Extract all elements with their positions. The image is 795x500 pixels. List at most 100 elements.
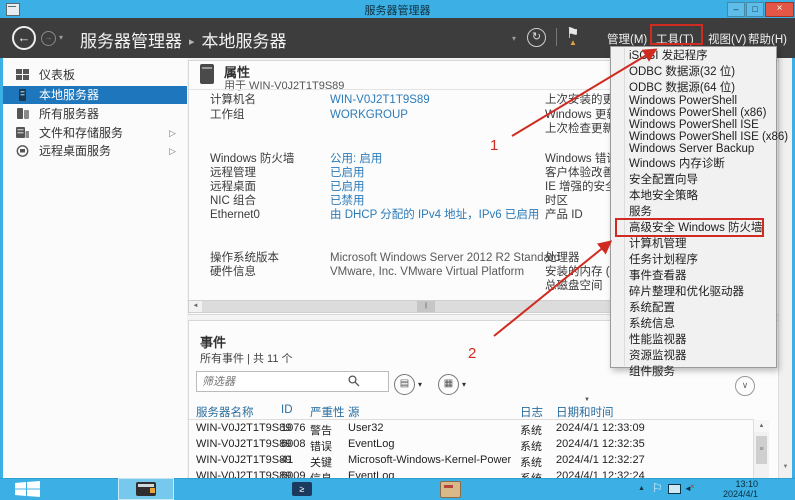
tools-menu-item-memory-diagnostic[interactable]: Windows 内存诊断 — [611, 155, 776, 171]
tools-menu-item-powershell-ise[interactable]: Windows PowerShell ISE — [611, 119, 776, 131]
property-label: 工作组 — [210, 106, 330, 122]
save-query-caret-icon[interactable]: ▾ — [462, 380, 466, 389]
tools-menu-item-powershell[interactable]: Windows PowerShell — [611, 95, 776, 107]
column-header-log[interactable]: 日志 — [520, 404, 543, 420]
tray-network-icon[interactable] — [668, 484, 681, 494]
remote-desktop-icon — [16, 145, 29, 157]
sidebar-item-local-server[interactable]: 本地服务器 — [3, 86, 187, 104]
windows-logo-icon — [15, 481, 41, 497]
taskbar-toolbox[interactable] — [424, 478, 476, 500]
events-subtitle: 所有事件 | 共 11 个 — [200, 350, 293, 366]
menu-tools[interactable]: 工具(T) — [656, 31, 694, 47]
forward-button[interactable]: → — [41, 31, 56, 46]
sidebar-item-file-storage-services[interactable]: 文件和存储服务 ▷ — [3, 124, 187, 142]
vertical-scroll-thumb[interactable]: ≡ — [756, 436, 767, 464]
cell-log: 系统 — [520, 438, 542, 454]
property-label: 产品 ID — [545, 206, 583, 222]
sidebar-item-label: 远程桌面服务 — [39, 142, 111, 160]
collapse-events-button[interactable]: ∨ — [735, 376, 755, 396]
column-header-severity[interactable]: 严重性 — [310, 404, 345, 420]
close-button[interactable]: × — [765, 2, 794, 17]
property-value-link[interactable]: WORKGROUP — [330, 109, 408, 121]
tools-menu-item-iscsi[interactable]: iSCSI 发起程序 — [611, 47, 776, 63]
breadcrumb-caret-icon[interactable]: ▾ — [512, 34, 516, 43]
filter-input[interactable] — [196, 371, 389, 392]
cell-id: 41 — [281, 454, 293, 466]
menu-gutter-line — [624, 48, 625, 366]
tools-menu-item-event-viewer[interactable]: 事件查看器 — [611, 267, 776, 283]
tools-menu-item-powershell-x86[interactable]: Windows PowerShell (x86) — [611, 107, 776, 119]
tray-time: 13:10 — [694, 479, 758, 489]
search-icon[interactable] — [348, 375, 360, 387]
menu-help[interactable]: 帮助(H) — [748, 31, 787, 47]
cell-severity: 错误 — [310, 438, 332, 454]
scroll-down-icon[interactable]: ▼ — [780, 461, 791, 474]
start-button[interactable] — [8, 478, 48, 500]
column-header-datetime[interactable]: 日期和时间 — [556, 404, 614, 420]
tools-menu-item-component-services[interactable]: 组件服务 — [611, 363, 776, 379]
sidebar-item-all-servers[interactable]: 所有服务器 — [3, 105, 187, 123]
tools-menu-item-powershell-ise-x86[interactable]: Windows PowerShell ISE (x86) — [611, 131, 776, 143]
tools-menu-item-resource-monitor[interactable]: 资源监视器 — [611, 347, 776, 363]
tools-menu-item-local-security-policy[interactable]: 本地安全策略 — [611, 187, 776, 203]
expand-arrow-icon[interactable]: ▷ — [169, 142, 176, 160]
menu-view[interactable]: 视图(V) — [708, 31, 746, 47]
column-header-id[interactable]: ID — [281, 404, 293, 416]
tools-menu-item-server-backup[interactable]: Windows Server Backup — [611, 143, 776, 155]
refresh-button[interactable]: ↻ — [527, 28, 546, 47]
tools-menu-item-defragment[interactable]: 碎片整理和优化驱动器 — [611, 283, 776, 299]
tools-menu-item-system-configuration[interactable]: 系统配置 — [611, 299, 776, 315]
breadcrumb-root[interactable]: 服务器管理器 — [80, 32, 182, 51]
tray-clock[interactable]: 13:10 2024/4/1 — [694, 479, 758, 499]
tools-menu-item-security-config-wizard[interactable]: 安全配置向导 — [611, 171, 776, 187]
taskbar-powershell[interactable]: ≥ — [278, 478, 326, 500]
filter-list-caret-icon[interactable]: ▾ — [418, 380, 422, 389]
property-label: 计算机名 — [210, 91, 330, 107]
horizontal-scroll-thumb[interactable]: || — [417, 301, 435, 312]
table-header-divider — [189, 419, 754, 420]
tools-dropdown-menu: iSCSI 发起程序 ODBC 数据源(32 位) ODBC 数据源(64 位)… — [610, 46, 777, 368]
minimize-button[interactable]: – — [727, 2, 745, 17]
tools-menu-item-odbc32[interactable]: ODBC 数据源(32 位) — [611, 63, 776, 79]
property-value-link[interactable]: 由 DHCP 分配的 IPv4 地址，IPv6 已启用 — [330, 209, 539, 221]
scroll-up-icon[interactable]: ▲ — [754, 420, 769, 432]
sort-indicator-icon: ▼ — [584, 397, 590, 403]
maximize-button[interactable]: □ — [746, 2, 764, 17]
filter-list-button[interactable]: ▤ — [394, 374, 415, 395]
breadcrumb-current: 本地服务器 — [202, 32, 287, 51]
notification-warning-badge-icon: ▲ — [569, 38, 577, 47]
page-scrollbar[interactable] — [778, 58, 792, 478]
tray-hidden-icons-button[interactable]: ▲ — [638, 485, 645, 492]
nav-dropdown-caret-icon[interactable]: ▾ — [59, 33, 63, 42]
tray-flag-icon[interactable]: ⚐ — [652, 481, 663, 495]
expand-arrow-icon[interactable]: ▷ — [169, 124, 176, 142]
tools-menu-item-services[interactable]: 服务 — [611, 203, 776, 219]
tools-menu-item-advanced-firewall[interactable]: 高级安全 Windows 防火墙 — [611, 219, 776, 235]
tools-menu-item-performance-monitor[interactable]: 性能监视器 — [611, 331, 776, 347]
taskbar-server-manager[interactable] — [118, 478, 174, 500]
back-button[interactable]: ← — [12, 26, 36, 50]
save-query-button[interactable]: ▦ — [438, 374, 459, 395]
scroll-left-icon[interactable]: ◄ — [189, 301, 202, 312]
sidebar-item-remote-desktop-services[interactable]: 远程桌面服务 ▷ — [3, 142, 187, 160]
table-vertical-scrollbar[interactable]: ▲ ≡ — [753, 420, 769, 478]
sidebar-item-label: 所有服务器 — [39, 105, 99, 123]
column-header-server-name[interactable]: 服务器名称 — [196, 404, 254, 420]
tools-menu-item-task-scheduler[interactable]: 任务计划程序 — [611, 251, 776, 267]
servers-icon — [16, 108, 29, 120]
cell-server-name: WIN-V0J2T1T9S89 — [196, 422, 291, 434]
properties-server-icon — [200, 64, 214, 84]
tools-menu-item-odbc64[interactable]: ODBC 数据源(64 位) — [611, 79, 776, 95]
menu-manage[interactable]: 管理(M) — [607, 31, 647, 47]
window-title: 服务器管理器 — [0, 2, 795, 18]
toolbox-icon — [440, 481, 461, 498]
tools-menu-item-system-information[interactable]: 系统信息 — [611, 315, 776, 331]
sidebar-item-dashboard[interactable]: 仪表板 — [3, 66, 187, 84]
column-header-source[interactable]: 源 — [348, 404, 360, 420]
property-label: 硬件信息 — [210, 263, 330, 279]
cell-source: Microsoft-Windows-Kernel-Power — [348, 454, 511, 466]
cell-source: User32 — [348, 422, 383, 434]
tools-menu-item-computer-management[interactable]: 计算机管理 — [611, 235, 776, 251]
property-value-link[interactable]: WIN-V0J2T1T9S89 — [330, 94, 430, 106]
cell-datetime: 2024/4/1 12:32:27 — [556, 454, 645, 466]
